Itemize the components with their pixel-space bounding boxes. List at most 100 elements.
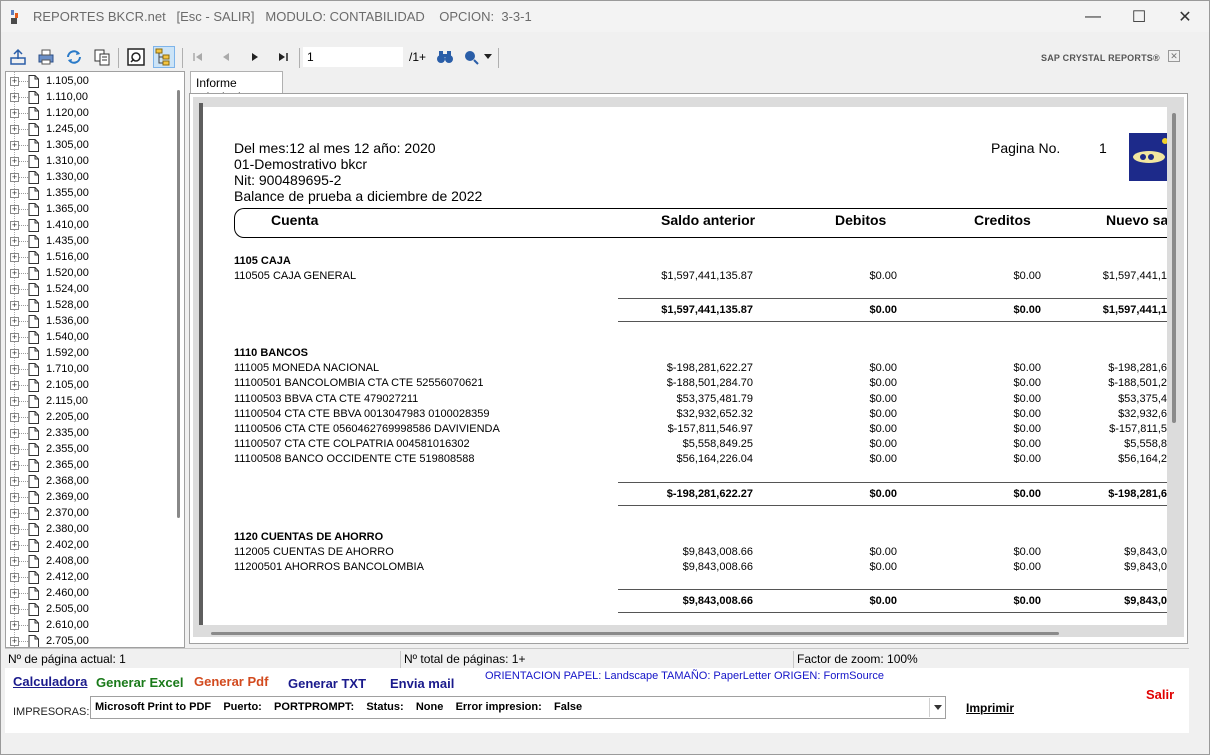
toggle-group-tree-button[interactable]: [153, 46, 175, 68]
tree-connector: [19, 256, 28, 258]
minimize-button[interactable]: —: [1070, 1, 1116, 32]
zoom-dropdown-button[interactable]: [482, 46, 494, 68]
close-button[interactable]: ✕: [1162, 1, 1208, 32]
expand-icon[interactable]: +: [10, 284, 19, 294]
tree-connector: [19, 624, 28, 626]
printer-dropdown-button[interactable]: [929, 698, 945, 717]
tree-connector: [19, 464, 28, 466]
creditos-value: $0.00: [1013, 270, 1041, 282]
report-horizontal-scrollbar[interactable]: [211, 632, 1059, 635]
total-separator-line: [618, 504, 1167, 506]
expand-icon[interactable]: +: [10, 636, 19, 646]
document-icon: [28, 490, 39, 504]
saldo-anterior-value: $-198,281,622.27: [666, 362, 753, 375]
generar-pdf-button[interactable]: Generar Pdf: [194, 674, 268, 689]
report-vertical-scrollbar[interactable]: [1172, 113, 1176, 423]
debitos-value: $0.00: [869, 438, 897, 451]
document-icon: [28, 634, 39, 647]
expand-icon[interactable]: +: [10, 124, 19, 134]
previous-page-button[interactable]: [215, 46, 237, 68]
tree-scrollbar[interactable]: [177, 90, 180, 518]
document-icon: [28, 538, 39, 552]
expand-icon[interactable]: +: [10, 332, 19, 342]
creditos-value: $0.00: [1013, 392, 1041, 405]
zoom-button[interactable]: [461, 46, 483, 68]
expand-icon[interactable]: +: [10, 268, 19, 278]
expand-icon[interactable]: +: [10, 428, 19, 438]
expand-icon[interactable]: +: [10, 204, 19, 214]
group-title: 1105 CAJA: [234, 255, 291, 267]
expand-icon[interactable]: +: [10, 492, 19, 502]
expand-icon[interactable]: +: [10, 76, 19, 86]
next-page-button[interactable]: [244, 46, 266, 68]
tree-item-label: 1.592,00: [46, 347, 89, 359]
document-icon: [28, 218, 39, 232]
expand-icon[interactable]: +: [10, 460, 19, 470]
tab-informe-principal[interactable]: Informe principal: [190, 71, 283, 104]
expand-icon[interactable]: +: [10, 252, 19, 262]
document-icon: [28, 234, 39, 248]
document-icon: [28, 458, 39, 472]
expand-icon[interactable]: +: [10, 444, 19, 454]
expand-icon[interactable]: +: [10, 220, 19, 230]
tree-item-label: 1.120,00: [46, 107, 89, 119]
print-button[interactable]: [35, 46, 57, 68]
total-nuevo-saldo: $9,843,0: [1124, 595, 1167, 607]
tree-item-label: 1.520,00: [46, 267, 89, 279]
expand-icon[interactable]: +: [10, 588, 19, 598]
expand-icon[interactable]: +: [10, 524, 19, 534]
expand-icon[interactable]: +: [10, 188, 19, 198]
maximize-button[interactable]: ☐: [1116, 1, 1162, 32]
expand-icon[interactable]: +: [10, 396, 19, 406]
last-page-button[interactable]: [272, 46, 294, 68]
expand-icon[interactable]: +: [10, 412, 19, 422]
expand-icon[interactable]: +: [10, 380, 19, 390]
expand-icon[interactable]: +: [10, 140, 19, 150]
expand-icon[interactable]: +: [10, 364, 19, 374]
expand-icon[interactable]: +: [10, 604, 19, 614]
expand-icon[interactable]: +: [10, 108, 19, 118]
envia-mail-button[interactable]: Envia mail: [390, 676, 454, 691]
expand-icon[interactable]: +: [10, 92, 19, 102]
copy-button[interactable]: [91, 46, 113, 68]
report-title: Balance de prueba a diciembre de 2022: [234, 188, 483, 204]
export-button[interactable]: [7, 46, 29, 68]
expand-icon[interactable]: +: [10, 556, 19, 566]
brand-close-icon[interactable]: ✕: [1168, 50, 1180, 62]
expand-icon[interactable]: +: [10, 316, 19, 326]
expand-icon[interactable]: +: [10, 236, 19, 246]
imprimir-button[interactable]: Imprimir: [966, 701, 1014, 715]
tree-item-label: 1.365,00: [46, 203, 89, 215]
expand-icon[interactable]: +: [10, 476, 19, 486]
find-button[interactable]: [434, 46, 456, 68]
refresh-button[interactable]: [63, 46, 85, 68]
debitos-value: $0.00: [869, 407, 897, 420]
document-icon: [28, 378, 39, 392]
expand-icon[interactable]: +: [10, 508, 19, 518]
calculadora-button[interactable]: Calculadora: [13, 674, 87, 689]
tree-connector: [19, 240, 28, 242]
expand-icon[interactable]: +: [10, 572, 19, 582]
expand-icon[interactable]: +: [10, 172, 19, 182]
tree-item-label: 2.460,00: [46, 587, 89, 599]
tree-item-label: 1.105,00: [46, 75, 89, 87]
expand-icon[interactable]: +: [10, 348, 19, 358]
expand-icon[interactable]: +: [10, 540, 19, 550]
expand-icon[interactable]: +: [10, 156, 19, 166]
first-page-button[interactable]: [187, 46, 209, 68]
toggle-parameters-button[interactable]: [125, 46, 147, 68]
generar-excel-button[interactable]: Generar Excel: [96, 675, 183, 690]
tree-connector: [19, 128, 28, 130]
generar-txt-button[interactable]: Generar TXT: [288, 676, 366, 691]
account-name: 112005 CUENTAS DE AHORRO: [234, 545, 394, 558]
next-page-icon: [252, 53, 258, 61]
salir-button[interactable]: Salir: [1146, 687, 1174, 702]
expand-icon[interactable]: +: [10, 620, 19, 630]
document-icon: [28, 170, 39, 184]
expand-icon[interactable]: +: [10, 300, 19, 310]
tree-connector: [19, 560, 28, 562]
saldo-anterior-value: $-157,811,546.97: [667, 423, 753, 435]
total-creditos: $0.00: [1013, 487, 1041, 500]
page-number-input[interactable]: [303, 47, 403, 67]
saldo-anterior-value: $1,597,441,135.87: [661, 270, 753, 282]
